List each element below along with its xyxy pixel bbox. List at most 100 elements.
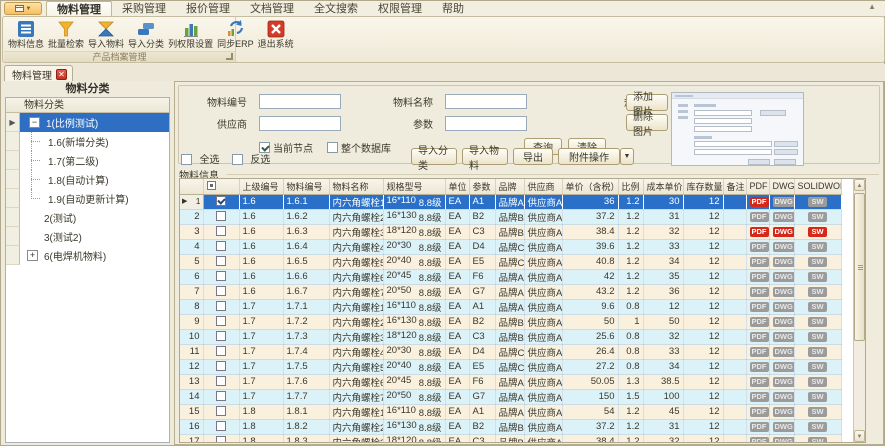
cell-spec[interactable]: 20*308.8级 <box>383 344 445 359</box>
cell-brand[interactable]: 品牌A <box>495 194 524 209</box>
cell-param[interactable]: A1 <box>469 404 495 419</box>
cell-code[interactable]: 1.6.4 <box>283 239 329 254</box>
tree-item-content[interactable]: −1(比例测试) <box>20 113 169 132</box>
tree-column-header[interactable]: 物料分类 <box>6 98 169 113</box>
cell-dwg[interactable]: DWG <box>769 329 794 344</box>
cell-price[interactable]: 40.8 <box>562 254 618 269</box>
column-header-brand[interactable]: 品牌 <box>495 179 524 194</box>
ribbon-tab-purchase[interactable]: 采购管理 <box>112 1 176 16</box>
cell-stock[interactable]: 12 <box>683 194 723 209</box>
cell-dwg[interactable]: DWG <box>769 359 794 374</box>
cell-stock[interactable]: 12 <box>683 239 723 254</box>
cell-check[interactable] <box>203 434 239 443</box>
cell-brand[interactable]: 品牌A <box>495 284 524 299</box>
sw-attachment-badge[interactable]: SW <box>808 212 827 222</box>
cell-stock[interactable]: 12 <box>683 209 723 224</box>
cell-ratio[interactable]: 1.2 <box>618 209 643 224</box>
cell-pdf[interactable]: PDF <box>746 434 769 443</box>
column-header-code[interactable]: 物料编号 <box>283 179 329 194</box>
cell-check[interactable] <box>203 224 239 239</box>
cell-code[interactable]: 1.8.2 <box>283 419 329 434</box>
cell-name[interactable]: 内六角螺栓6 <box>329 374 383 389</box>
select-all-checkbox[interactable] <box>181 154 192 165</box>
cell-sw[interactable]: SW <box>794 374 841 389</box>
cell-parent[interactable]: 1.6 <box>239 269 283 284</box>
cell-remark[interactable] <box>723 344 746 359</box>
cell-spec[interactable]: 20*508.8级 <box>383 284 445 299</box>
cell-price[interactable]: 43.2 <box>562 284 618 299</box>
cell-name[interactable]: 内六角螺栓3 <box>329 329 383 344</box>
cell-unit[interactable]: EA <box>445 344 469 359</box>
cell-param[interactable]: D4 <box>469 344 495 359</box>
cell-supplier[interactable]: 供应商A2 <box>524 419 562 434</box>
ribbon-tab-quotation[interactable]: 报价管理 <box>176 1 240 16</box>
cell-supplier[interactable]: 供应商A5 <box>524 359 562 374</box>
cell-cost[interactable]: 50 <box>643 314 683 329</box>
pdf-attachment-badge[interactable]: PDF <box>750 392 769 402</box>
cell-name[interactable]: 内六角螺栓1 <box>329 194 383 209</box>
dwg-attachment-badge[interactable]: DWG <box>773 362 795 372</box>
sw-attachment-badge[interactable]: SW <box>808 422 827 432</box>
cell-parent[interactable]: 1.6 <box>239 239 283 254</box>
cell-num[interactable]: 17 <box>180 434 203 443</box>
cell-price[interactable]: 150 <box>562 389 618 404</box>
row-checkbox[interactable] <box>216 331 226 341</box>
row-checkbox[interactable] <box>216 301 226 311</box>
sw-attachment-badge[interactable]: SW <box>808 347 827 357</box>
cell-code[interactable]: 1.6.5 <box>283 254 329 269</box>
cell-check[interactable] <box>203 389 239 404</box>
cell-dwg[interactable]: DWG <box>769 239 794 254</box>
cell-stock[interactable]: 12 <box>683 434 723 443</box>
cell-cost[interactable]: 31 <box>643 209 683 224</box>
cell-remark[interactable] <box>723 284 746 299</box>
cell-cost[interactable]: 30 <box>643 194 683 209</box>
row-checkbox[interactable] <box>216 376 226 386</box>
cell-remark[interactable] <box>723 194 746 209</box>
cell-check[interactable] <box>203 194 239 209</box>
cell-unit[interactable]: EA <box>445 269 469 284</box>
tree-item-content[interactable]: 1.6(新增分类) <box>20 132 169 151</box>
cell-num[interactable]: 16 <box>180 419 203 434</box>
cell-pdf[interactable]: PDF <box>746 224 769 239</box>
cell-supplier[interactable]: 供应商A4 <box>524 239 562 254</box>
tree-item[interactable]: +6(电焊机物料) <box>6 246 169 265</box>
column-permission-button[interactable]: 列权限设置 <box>166 18 215 51</box>
cell-remark[interactable] <box>723 419 746 434</box>
cell-pdf[interactable]: PDF <box>746 314 769 329</box>
cell-ratio[interactable]: 1 <box>618 314 643 329</box>
table-row[interactable]: 141.71.7.7内六角螺栓720*508.8级EAG7品牌A供应商A7150… <box>180 389 841 404</box>
column-header-pdf[interactable]: PDF <box>746 179 769 194</box>
cell-check[interactable] <box>203 404 239 419</box>
cell-param[interactable]: B2 <box>469 314 495 329</box>
cell-dwg[interactable]: DWG <box>769 299 794 314</box>
cell-stock[interactable]: 12 <box>683 284 723 299</box>
cell-num[interactable]: 13 <box>180 374 203 389</box>
cell-stock[interactable]: 12 <box>683 404 723 419</box>
cell-dwg[interactable]: DWG <box>769 224 794 239</box>
cell-pdf[interactable]: PDF <box>746 344 769 359</box>
cell-param[interactable]: B2 <box>469 209 495 224</box>
sw-attachment-badge[interactable]: SW <box>808 377 827 387</box>
cell-param[interactable]: A1 <box>469 299 495 314</box>
cell-unit[interactable]: EA <box>445 209 469 224</box>
cell-spec[interactable]: 20*408.8级 <box>383 359 445 374</box>
cell-dwg[interactable]: DWG <box>769 314 794 329</box>
exit-system-button[interactable]: 退出系统 <box>256 18 296 51</box>
row-checkbox[interactable] <box>216 286 226 296</box>
table-row[interactable]: ▶11.61.6.1内六角螺栓116*1108.8级EAA1品牌A供应商A136… <box>180 194 841 209</box>
cell-parent[interactable]: 1.7 <box>239 299 283 314</box>
sw-attachment-badge[interactable]: SW <box>808 362 827 372</box>
cell-parent[interactable]: 1.8 <box>239 419 283 434</box>
cell-supplier[interactable]: 供应商A5 <box>524 254 562 269</box>
cell-sw[interactable]: SW <box>794 359 841 374</box>
tree-item-content[interactable]: 1.9(自动更新计算) <box>20 189 169 208</box>
cell-remark[interactable] <box>723 299 746 314</box>
cell-parent[interactable]: 1.7 <box>239 314 283 329</box>
column-header-supplier[interactable]: 供应商 <box>524 179 562 194</box>
cell-sw[interactable]: SW <box>794 389 841 404</box>
sw-attachment-badge[interactable]: SW <box>808 257 827 267</box>
cell-cost[interactable]: 45 <box>643 404 683 419</box>
cell-ratio[interactable]: 0.8 <box>618 344 643 359</box>
cell-price[interactable]: 38.4 <box>562 434 618 443</box>
cell-stock[interactable]: 12 <box>683 254 723 269</box>
